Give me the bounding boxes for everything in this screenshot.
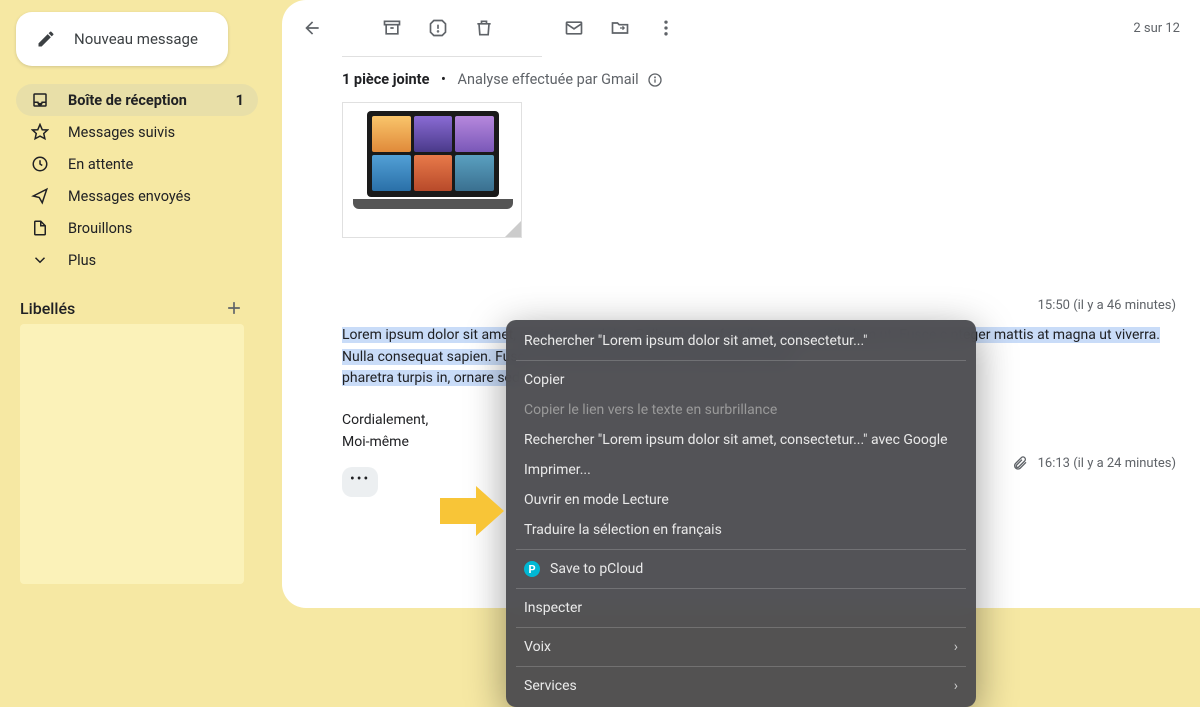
context-item[interactable]: Rechercher "Lorem ipsum dolor sit amet, …	[506, 326, 976, 356]
attachment-thumbnail[interactable]	[342, 102, 522, 238]
selected-text-line4[interactable]: pharetra turpis in, ornare sed	[342, 370, 520, 386]
context-item[interactable]: Traduire la sélection en français	[506, 515, 976, 545]
context-item-label: Inspecter	[524, 600, 582, 616]
sidebar-item-count: 1	[236, 92, 244, 109]
context-divider	[516, 666, 966, 667]
context-menu: Rechercher "Lorem ipsum dolor sit amet, …	[506, 320, 976, 707]
labels-body	[20, 324, 244, 584]
attachment-header: 1 pièce jointe • Analyse effectuée par G…	[342, 71, 1200, 88]
context-item[interactable]: P Save to pCloud	[506, 554, 976, 584]
context-item-label: Imprimer...	[524, 462, 591, 478]
sidebar-item-label: En attente	[68, 156, 133, 173]
sidebar: Nouveau message Boîte de réception 1 Messa…	[0, 0, 272, 624]
chevron-right-icon: ›	[954, 639, 958, 655]
context-item[interactable]: Inspecter	[506, 593, 976, 623]
timestamp-1: 15:50 (il y a 46 minutes)	[342, 238, 1200, 323]
context-divider	[516, 588, 966, 589]
more-button[interactable]	[656, 18, 676, 38]
unread-button[interactable]	[564, 18, 584, 38]
context-item[interactable]: Voix ›	[506, 632, 976, 662]
attachment-icon	[1012, 455, 1028, 471]
sidebar-item-label: Brouillons	[68, 220, 132, 237]
context-item-label: Save to pCloud	[550, 561, 643, 577]
sidebar-item-chevron[interactable]: Plus	[16, 244, 258, 276]
sidebar-item-clock[interactable]: En attente	[16, 148, 258, 180]
context-item[interactable]: Ouvrir en mode Lecture	[506, 485, 976, 515]
clock-icon	[30, 155, 50, 173]
timestamp-2: 16:13 (il y a 24 minutes)	[1038, 456, 1176, 471]
info-icon[interactable]	[647, 72, 663, 88]
pcloud-icon: P	[524, 561, 540, 577]
sidebar-item-label: Boîte de réception	[68, 92, 187, 109]
star-icon	[30, 123, 50, 141]
attachment-count: 1 pièce jointe	[342, 71, 429, 88]
context-item[interactable]: Copier	[506, 365, 976, 395]
context-item-label: Traduire la sélection en français	[524, 522, 722, 538]
context-item-label: Copier	[524, 372, 565, 388]
context-item-label: Voix	[524, 639, 551, 655]
chevron-icon	[30, 251, 50, 269]
context-item-label: Ouvrir en mode Lecture	[524, 492, 669, 508]
context-divider	[516, 627, 966, 628]
sidebar-item-label: Plus	[68, 252, 96, 269]
context-item-label: Copier le lien vers le texte en surbrill…	[524, 402, 777, 418]
sidebar-item-label: Messages envoyés	[68, 188, 191, 205]
spam-button[interactable]	[428, 18, 448, 38]
inbox-icon	[30, 91, 50, 109]
context-item[interactable]: Rechercher "Lorem ipsum dolor sit amet, …	[506, 425, 976, 455]
sidebar-item-label: Messages suivis	[68, 124, 175, 141]
context-item-label: Rechercher "Lorem ipsum dolor sit amet, …	[524, 432, 948, 448]
context-item-label: Services	[524, 678, 577, 694]
archive-button[interactable]	[382, 18, 402, 38]
back-button[interactable]	[302, 18, 322, 38]
labels-header: Libellés	[20, 298, 244, 318]
add-label-button[interactable]	[224, 298, 244, 318]
context-divider	[516, 360, 966, 361]
sidebar-item-star[interactable]: Messages suivis	[16, 116, 258, 148]
context-item: Copier le lien vers le texte en surbrill…	[506, 395, 976, 425]
toolbar: 2 sur 12	[282, 0, 1200, 56]
file-icon	[30, 219, 50, 237]
context-item[interactable]: Imprimer...	[506, 455, 976, 485]
message-count: 2 sur 12	[1133, 21, 1180, 36]
show-trimmed-button[interactable]: •••	[342, 467, 378, 497]
sidebar-item-send[interactable]: Messages envoyés	[16, 180, 258, 212]
pencil-icon	[36, 29, 56, 49]
sidebar-item-file[interactable]: Brouillons	[16, 212, 258, 244]
compose-button[interactable]: Nouveau message	[16, 12, 228, 66]
attachment-scanned: Analyse effectuée par Gmail	[458, 71, 639, 88]
context-item-label: Rechercher "Lorem ipsum dolor sit amet, …	[524, 333, 867, 349]
chevron-right-icon: ›	[954, 678, 958, 694]
context-divider	[516, 549, 966, 550]
delete-button[interactable]	[474, 18, 494, 38]
sidebar-item-inbox[interactable]: Boîte de réception 1	[16, 84, 258, 116]
context-item[interactable]: Services ›	[506, 671, 976, 701]
labels-title: Libellés	[20, 299, 75, 318]
compose-label: Nouveau message	[74, 30, 198, 48]
send-icon	[30, 187, 50, 205]
nav-list: Boîte de réception 1 Messages suivis En att…	[16, 84, 272, 276]
timestamp-2-row: 16:13 (il y a 24 minutes)	[1012, 455, 1176, 471]
moveto-button[interactable]	[610, 18, 630, 38]
